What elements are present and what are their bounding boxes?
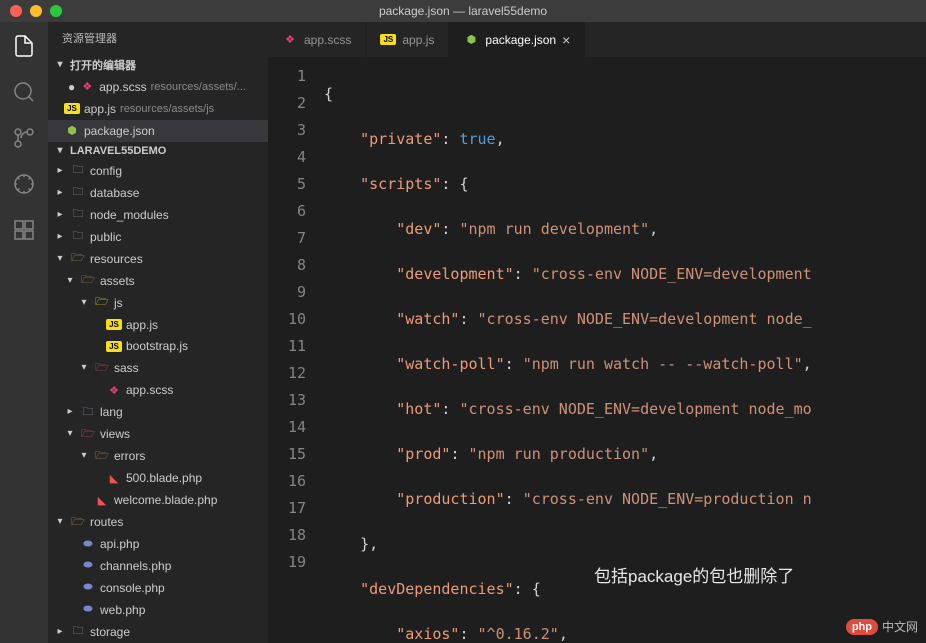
- debug-icon[interactable]: [10, 170, 38, 198]
- folder-node-modules[interactable]: ▸🗀node_modules: [48, 204, 268, 226]
- chevron-down-icon: ▾: [54, 517, 66, 527]
- php-icon: ⬬: [80, 581, 96, 594]
- project-header[interactable]: ▾ LARAVEL55DEMO: [48, 142, 268, 160]
- close-icon[interactable]: ×: [562, 32, 570, 48]
- maximize-window-button[interactable]: [50, 5, 62, 17]
- folder-database[interactable]: ▸🗀database: [48, 182, 268, 204]
- folder-js-icon: 🗁: [94, 293, 110, 312]
- json-icon: ⬢: [64, 124, 80, 137]
- file-bootstrap-js[interactable]: JSbootstrap.js: [48, 335, 268, 357]
- folder-views-icon: 🗁: [80, 425, 96, 444]
- chevron-down-icon: ▾: [64, 429, 76, 439]
- search-icon[interactable]: [10, 78, 38, 106]
- open-editor-item[interactable]: JS app.js resources/assets/js: [48, 98, 268, 120]
- file-app-js[interactable]: JSapp.js: [48, 314, 268, 336]
- scss-icon: ❖: [79, 80, 95, 93]
- js-icon: JS: [106, 341, 122, 352]
- extensions-icon[interactable]: [10, 216, 38, 244]
- folder-config[interactable]: ▸🗀config: [48, 160, 268, 182]
- sidebar-title: 资源管理器: [48, 22, 268, 54]
- editor-tabs: ❖ app.scss JS app.js ⬢ package.json ×: [268, 22, 926, 57]
- folder-open-icon: 🗁: [80, 271, 96, 290]
- php-icon: ⬬: [80, 559, 96, 572]
- annotation-text: 包括package的包也删除了: [594, 562, 794, 587]
- folder-open-icon: 🗁: [70, 513, 86, 532]
- folder-icon: 🗀: [70, 622, 86, 641]
- folder-sass[interactable]: ▾🗁sass: [48, 357, 268, 379]
- tab-package-json[interactable]: ⬢ package.json ×: [449, 22, 585, 57]
- chevron-down-icon: ▾: [78, 451, 90, 461]
- dirty-indicator: ●: [64, 80, 75, 94]
- chevron-down-icon: ▾: [54, 146, 66, 156]
- code-content[interactable]: { "private": true, "scripts": { "dev": "…: [324, 57, 926, 643]
- chevron-down-icon: ▾: [64, 276, 76, 286]
- open-editor-item[interactable]: ● ❖ app.scss resources/assets/...: [48, 76, 268, 98]
- chevron-down-icon: ▾: [54, 60, 66, 70]
- watermark-badge: php: [846, 619, 878, 635]
- line-numbers: 1 2 3 4 5 6 7 8 9 10 11 12 13 14 15 16 1: [268, 57, 324, 643]
- laravel-icon: ◣: [106, 472, 122, 485]
- editor-area: ❖ app.scss JS app.js ⬢ package.json × 1 …: [268, 22, 926, 643]
- file-welcome-blade[interactable]: ◣welcome.blade.php: [48, 489, 268, 511]
- folder-open-icon: 🗁: [94, 447, 110, 466]
- php-icon: ⬬: [80, 538, 96, 551]
- folder-icon: 🗀: [70, 161, 86, 180]
- explorer-icon[interactable]: [10, 32, 38, 60]
- js-icon: JS: [380, 34, 396, 45]
- folder-views[interactable]: ▾🗁views: [48, 423, 268, 445]
- folder-errors[interactable]: ▾🗁errors: [48, 445, 268, 467]
- tab-app-scss[interactable]: ❖ app.scss: [268, 22, 366, 57]
- folder-icon: 🗀: [70, 183, 86, 202]
- file-console-php[interactable]: ⬬console.php: [48, 577, 268, 599]
- php-icon: ⬬: [80, 603, 96, 616]
- open-editor-item[interactable]: ⬢ package.json: [48, 120, 268, 142]
- file-channels-php[interactable]: ⬬channels.php: [48, 555, 268, 577]
- folder-lang[interactable]: ▸🗀lang: [48, 401, 268, 423]
- folder-assets[interactable]: ▾🗁assets: [48, 270, 268, 292]
- watermark-text: 中文网: [882, 618, 918, 635]
- watermark: php 中文网: [846, 618, 918, 635]
- close-window-button[interactable]: [10, 5, 22, 17]
- folder-routes[interactable]: ▾🗁routes: [48, 511, 268, 533]
- chevron-right-icon: ▸: [54, 166, 66, 176]
- folder-icon: 🗀: [70, 227, 86, 246]
- source-control-icon[interactable]: [10, 124, 38, 152]
- folder-open-icon: 🗁: [70, 249, 86, 268]
- chevron-right-icon: ▸: [54, 627, 66, 637]
- js-icon: JS: [64, 103, 80, 114]
- file-app-scss[interactable]: ❖app.scss: [48, 379, 268, 401]
- activity-bar: [0, 22, 48, 643]
- folder-resources[interactable]: ▾🗁resources: [48, 248, 268, 270]
- folder-icon: 🗀: [70, 205, 86, 224]
- code-editor[interactable]: 1 2 3 4 5 6 7 8 9 10 11 12 13 14 15 16 1: [268, 57, 926, 643]
- scss-icon: ❖: [106, 384, 122, 397]
- minimize-window-button[interactable]: [30, 5, 42, 17]
- scss-icon: ❖: [282, 33, 298, 46]
- js-icon: JS: [106, 319, 122, 330]
- json-icon: ⬢: [463, 33, 479, 46]
- folder-public[interactable]: ▸🗀public: [48, 226, 268, 248]
- tab-app-js[interactable]: JS app.js: [366, 22, 449, 57]
- titlebar: package.json — laravel55demo: [0, 0, 926, 22]
- file-web-php[interactable]: ⬬web.php: [48, 599, 268, 621]
- chevron-right-icon: ▸: [54, 210, 66, 220]
- chevron-right-icon: ▸: [54, 188, 66, 198]
- folder-js[interactable]: ▾🗁js: [48, 292, 268, 314]
- file-500-blade[interactable]: ◣500.blade.php: [48, 467, 268, 489]
- chevron-right-icon: ▸: [64, 407, 76, 417]
- chevron-down-icon: ▾: [78, 298, 90, 308]
- folder-storage[interactable]: ▸🗀storage: [48, 621, 268, 643]
- laravel-icon: ◣: [94, 494, 110, 507]
- window-title: package.json — laravel55demo: [379, 4, 547, 18]
- folder-sass-icon: 🗁: [94, 359, 110, 378]
- folder-icon: 🗀: [80, 403, 96, 422]
- open-editors-header[interactable]: ▾ 打开的编辑器: [48, 54, 268, 76]
- chevron-right-icon: ▸: [54, 232, 66, 242]
- chevron-down-icon: ▾: [54, 254, 66, 264]
- chevron-down-icon: ▾: [78, 363, 90, 373]
- explorer-sidebar: 资源管理器 ▾ 打开的编辑器 ● ❖ app.scss resources/as…: [48, 22, 268, 643]
- file-api-php[interactable]: ⬬api.php: [48, 533, 268, 555]
